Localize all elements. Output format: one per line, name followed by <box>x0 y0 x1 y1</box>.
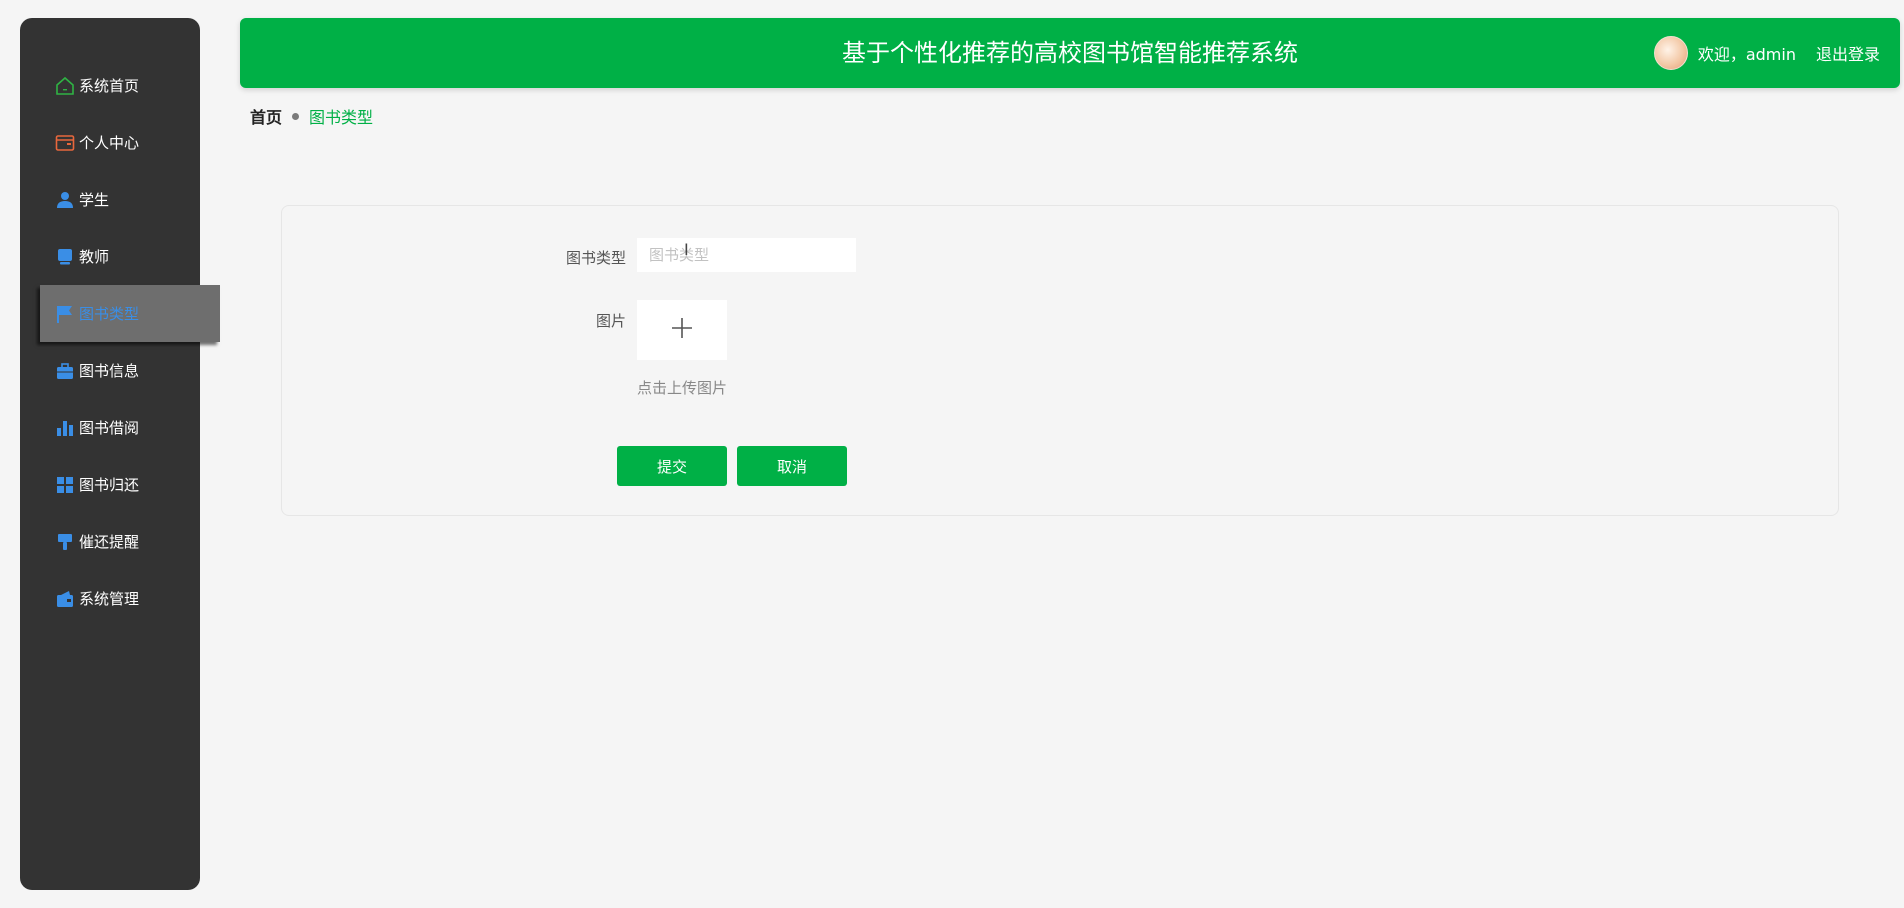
image-upload-button[interactable] <box>637 300 727 360</box>
sidebar-item-label: 个人中心 <box>79 134 140 152</box>
breadcrumb-separator-dot <box>292 112 300 120</box>
book-type-input[interactable] <box>637 238 856 272</box>
submit-button[interactable]: 提交 <box>617 446 727 486</box>
sidebar-item-label: 教师 <box>79 248 110 266</box>
breadcrumb: 首页 图书类型 <box>250 104 373 128</box>
sidebar: 系统首页 个人中心 学生 教师 图书类型 图书信息 图书借阅 图书归还 催还提醒… <box>20 18 220 890</box>
breadcrumb-current: 图书类型 <box>309 108 374 127</box>
monitor-icon <box>55 247 75 267</box>
app-title: 基于个性化推荐的高校图书馆智能推荐系统 <box>842 39 1298 67</box>
image-label: 图片 <box>595 312 626 330</box>
sidebar-item-book-borrow[interactable]: 图书借阅 <box>20 399 200 456</box>
top-header: 基于个性化推荐的高校图书馆智能推荐系统 欢迎，admin 退出登录 <box>240 18 1900 88</box>
sidebar-item-students[interactable]: 学生 <box>20 171 200 228</box>
sidebar-item-label: 图书类型 <box>79 305 140 323</box>
sidebar-menu: 系统首页 个人中心 学生 教师 图书类型 图书信息 图书借阅 图书归还 催还提醒… <box>20 57 220 627</box>
sidebar-item-book-info[interactable]: 图书信息 <box>20 342 200 399</box>
upload-hint: 点击上传图片 <box>637 379 728 397</box>
sidebar-item-label: 系统管理 <box>79 590 140 608</box>
bar-chart-icon <box>55 418 75 438</box>
user-icon <box>55 190 75 210</box>
flag-icon <box>55 304 75 324</box>
sidebar-item-home[interactable]: 系统首页 <box>20 57 200 114</box>
sidebar-item-label: 系统首页 <box>79 77 140 95</box>
sidebar-item-system[interactable]: 系统管理 <box>20 570 200 627</box>
sidebar-item-label: 图书借阅 <box>79 419 140 437</box>
cancel-button[interactable]: 取消 <box>737 446 847 486</box>
sidebar-item-label: 图书归还 <box>79 476 140 494</box>
brush-icon <box>55 532 75 552</box>
home-icon <box>55 76 75 96</box>
wallet-settings-icon <box>55 589 75 609</box>
plus-icon <box>671 317 693 343</box>
wallet-icon <box>55 133 75 153</box>
sidebar-item-book-return[interactable]: 图书归还 <box>20 456 200 513</box>
logout-link[interactable]: 退出登录 <box>1816 41 1880 65</box>
sidebar-item-reminder[interactable]: 催还提醒 <box>20 513 200 570</box>
sidebar-item-label: 图书信息 <box>79 362 140 380</box>
sidebar-item-book-types[interactable]: 图书类型 <box>40 285 220 342</box>
avatar[interactable] <box>1653 36 1688 70</box>
user-area: 欢迎，admin 退出登录 <box>1653 18 1880 88</box>
sidebar-item-profile[interactable]: 个人中心 <box>20 114 200 171</box>
briefcase-icon <box>55 361 75 381</box>
book-type-label: 图书类型 <box>565 249 626 267</box>
text-cursor-icon: I <box>684 240 689 259</box>
breadcrumb-home[interactable]: 首页 <box>250 104 282 128</box>
sidebar-item-label: 学生 <box>79 191 110 209</box>
sidebar-item-teachers[interactable]: 教师 <box>20 228 200 285</box>
grid-icon <box>55 475 75 495</box>
sidebar-item-label: 催还提醒 <box>79 533 140 551</box>
welcome-text: 欢迎，admin <box>1697 45 1796 64</box>
